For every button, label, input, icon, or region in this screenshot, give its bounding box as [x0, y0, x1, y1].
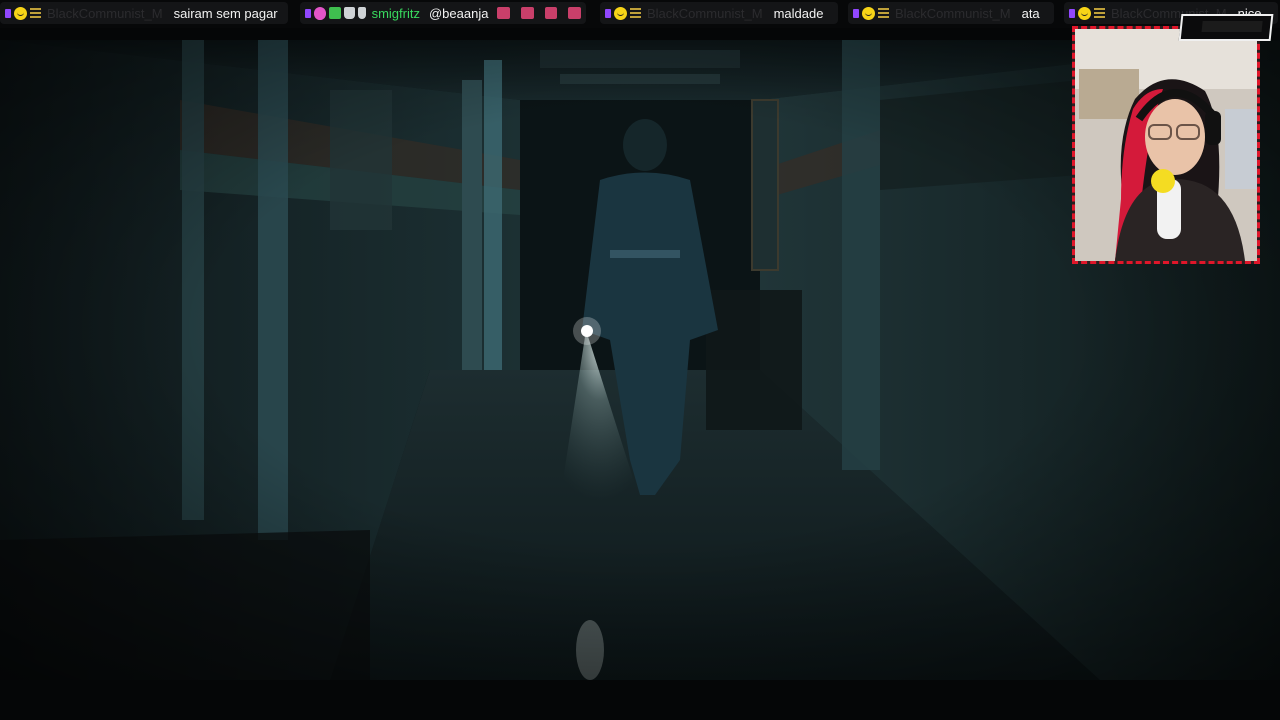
chat-message: BlackCommunist_M maldade: [600, 2, 838, 24]
bars-badge-icon: [878, 8, 889, 18]
chat-text: @beaanja: [428, 5, 489, 21]
chat-text: ata: [1021, 5, 1040, 21]
streamer-camera: [1075, 29, 1257, 261]
smiley-badge-icon: [1078, 6, 1091, 20]
smiley-badge-icon: [14, 6, 27, 20]
twitch-badge-icon: [305, 8, 311, 18]
chat-text: sairam sem pagar: [173, 5, 278, 21]
twitch-badge-icon: [853, 8, 859, 18]
camera-label-fill: [1201, 21, 1263, 32]
pink-badge-icon: [313, 6, 327, 20]
chat-username: BlackCommunist_M: [895, 5, 1011, 21]
chat-ticker: BlackCommunist_M sairam sem pagar smigfr…: [0, 0, 1280, 28]
camera-label-box: [1178, 14, 1274, 41]
chat-message: BlackCommunist_M sairam sem pagar: [0, 2, 288, 24]
twitch-badge-icon: [1069, 8, 1075, 18]
bottom-letterbox: [0, 680, 1280, 720]
smiley-badge-icon: [862, 6, 875, 20]
bars-badge-icon: [1094, 8, 1105, 18]
emote-icon: [521, 7, 534, 19]
emote-icon: [568, 7, 582, 19]
twitch-badge-icon: [5, 8, 11, 18]
bunny-badge-icon: [357, 7, 366, 19]
bars-badge-icon: [630, 8, 641, 18]
smiley-badge-icon: [614, 6, 627, 20]
webcam-overlay: [1072, 26, 1260, 264]
emote-icon: [497, 7, 511, 19]
chat-text: maldade: [773, 5, 824, 21]
green-badge-icon: [329, 7, 342, 19]
emote-icon: [544, 7, 558, 19]
ghost-badge-icon: [344, 7, 355, 19]
chat-username: BlackCommunist_M: [47, 5, 163, 21]
chat-message: smigfritz @beaanja: [300, 2, 586, 24]
chat-username: BlackCommunist_M: [647, 5, 763, 21]
chat-message: BlackCommunist_M ata: [848, 2, 1054, 24]
twitch-badge-icon: [605, 8, 611, 18]
bars-badge-icon: [30, 8, 41, 18]
chat-username: smigfritz: [371, 5, 420, 21]
